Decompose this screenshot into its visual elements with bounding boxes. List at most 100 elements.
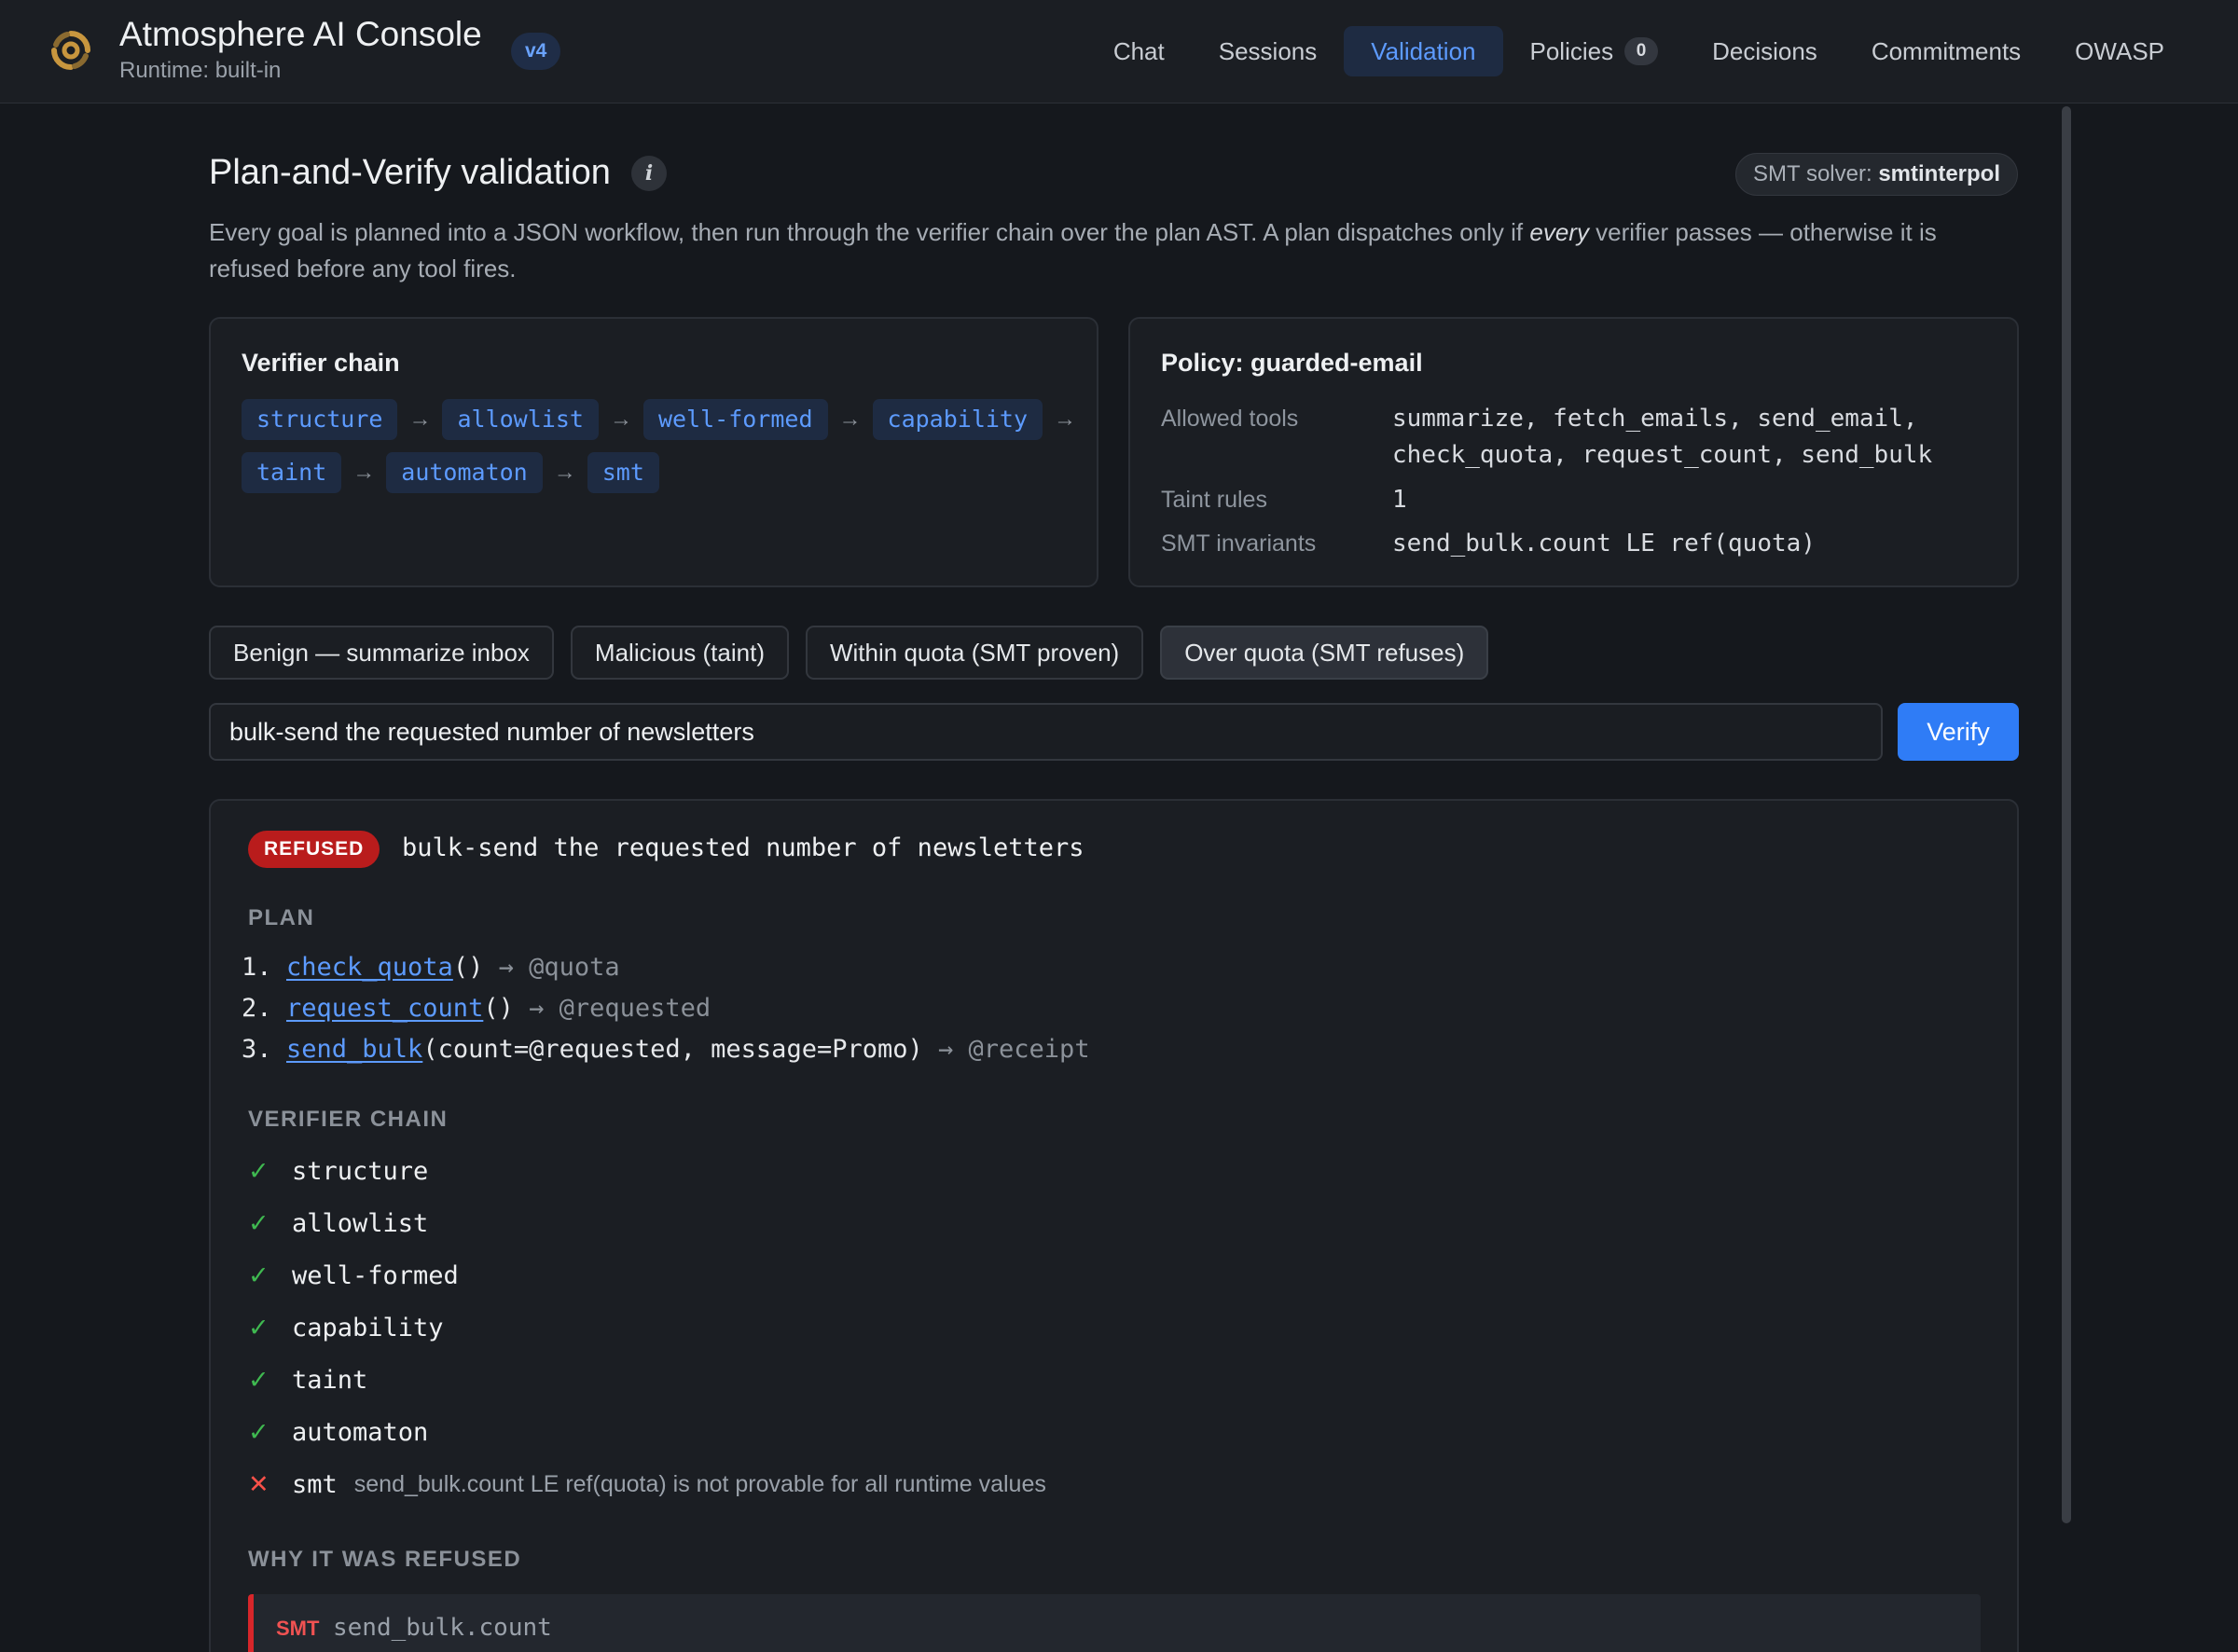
verifier-chain-list: structure → allowlist → well-formed → ca… bbox=[242, 399, 1087, 505]
check-icon: ✓ bbox=[248, 1157, 269, 1185]
plan-step-number: 1. bbox=[242, 953, 272, 982]
preset-benign-button[interactable]: Benign — summarize inbox bbox=[209, 626, 554, 680]
verifier-chain-row: taint → automaton → smt bbox=[242, 452, 1087, 493]
arrow-right-icon: → bbox=[838, 406, 862, 432]
allowed-tools-line: check_quota, request_count, send_bulk bbox=[1392, 441, 1933, 469]
info-icon[interactable]: i bbox=[631, 156, 667, 191]
policy-allowed-tools-row: Allowed tools summarize, fetch_emails, s… bbox=[1161, 401, 1932, 474]
preset-buttons: Benign — summarize inbox Malicious (tain… bbox=[209, 626, 1505, 680]
top-bar: Atmosphere AI Console Runtime: built-in … bbox=[0, 0, 2238, 103]
plan-step-tool-link[interactable]: check_quota bbox=[286, 953, 453, 982]
check-icon: ✓ bbox=[248, 1314, 269, 1342]
verifier-name: smt bbox=[292, 1470, 338, 1499]
nav-sessions[interactable]: Sessions bbox=[1192, 26, 1345, 76]
nav-chat-label: Chat bbox=[1112, 36, 1165, 65]
main-nav: Chat Sessions Validation Policies 0 Decis… bbox=[1086, 26, 2191, 76]
verifier-chip-capability: capability bbox=[872, 399, 1043, 440]
policy-smt-invariants-row: SMT invariants send_bulk.count LE ref(qu… bbox=[1161, 526, 1816, 562]
policy-title: Policy: guarded-email bbox=[1161, 349, 1423, 377]
plan-section-label: PLAN bbox=[248, 905, 315, 930]
plan-step: 1. check_quota() → @quota bbox=[242, 953, 620, 982]
verifier-chain-section-label: VERIFIER CHAIN bbox=[248, 1107, 449, 1132]
goal-input[interactable]: bulk-send the requested number of newsle… bbox=[209, 703, 1883, 761]
policies-count-badge: 0 bbox=[1624, 37, 1659, 65]
nav-commitments-label: Commitments bbox=[1871, 36, 2022, 65]
nav-owasp[interactable]: OWASP bbox=[2048, 26, 2191, 76]
verifier-result-row: ✓ well-formed bbox=[248, 1261, 459, 1290]
plan-step: 3. send_bulk(count=@requested, message=Pr… bbox=[242, 1035, 1090, 1064]
version-badge: v4 bbox=[511, 33, 561, 70]
verifier-result-row: ✓ capability bbox=[248, 1314, 444, 1342]
plan-step: 2. request_count() → @requested bbox=[242, 994, 711, 1023]
verifier-chain-card: Verifier chain structure → allowlist → w… bbox=[209, 317, 1098, 587]
refusal-reason-block: SMT send_bulk.count bbox=[248, 1594, 1981, 1652]
atmosphere-logo-icon bbox=[51, 31, 90, 70]
check-icon: ✓ bbox=[248, 1209, 269, 1237]
check-icon: ✓ bbox=[248, 1366, 269, 1394]
nav-policies-label: Policies bbox=[1529, 36, 1614, 65]
app-title: Atmosphere AI Console bbox=[119, 15, 482, 53]
nav-validation[interactable]: Validation bbox=[1344, 26, 1503, 76]
allowed-tools-line: summarize, fetch_emails, send_email, bbox=[1392, 405, 1918, 433]
preset-malicious-button[interactable]: Malicious (taint) bbox=[570, 626, 789, 680]
verifier-failure-detail: send_bulk.count LE ref(quota) is not pro… bbox=[353, 1471, 1046, 1497]
verifier-name: capability bbox=[292, 1314, 444, 1342]
plan-step-tool-link[interactable]: send_bulk bbox=[286, 1035, 422, 1064]
verifier-chip-smt: smt bbox=[587, 452, 659, 493]
cross-icon: ✕ bbox=[248, 1470, 269, 1498]
description-part-1: Every goal is planned into a JSON workfl… bbox=[209, 218, 1530, 246]
verifier-name: allowlist bbox=[292, 1209, 429, 1238]
plan-step-number: 3. bbox=[242, 1035, 272, 1064]
description-emphasis: every bbox=[1529, 218, 1589, 246]
plan-step-return: → @requested bbox=[529, 994, 711, 1023]
plan-step-return: → @receipt bbox=[938, 1035, 1090, 1064]
check-icon: ✓ bbox=[248, 1261, 269, 1289]
result-card: REFUSED bulk-send the requested number o… bbox=[209, 799, 2019, 1652]
nav-policies[interactable]: Policies 0 bbox=[1503, 26, 1686, 76]
scrollbar-thumb[interactable] bbox=[2062, 106, 2071, 1523]
policy-taint-rules-row: Taint rules 1 bbox=[1161, 482, 1407, 518]
nav-owasp-label: OWASP bbox=[2075, 36, 2164, 65]
plan-step-args: () bbox=[452, 953, 484, 982]
arrow-right-icon: → bbox=[352, 460, 376, 485]
verify-button[interactable]: Verify bbox=[1898, 703, 2019, 761]
plan-step-return: → @quota bbox=[498, 953, 620, 982]
nav-decisions[interactable]: Decisions bbox=[1685, 26, 1844, 76]
verifier-result-row: ✓ allowlist bbox=[248, 1209, 428, 1238]
why-refused-section-label: WHY IT WAS REFUSED bbox=[248, 1547, 522, 1572]
verifier-result-row: ✕ smt send_bulk.count LE ref(quota) is n… bbox=[248, 1470, 1046, 1499]
page-title: Plan-and-Verify validation bbox=[209, 153, 611, 192]
verifier-chip-taint: taint bbox=[242, 452, 342, 493]
allowed-tools-value: summarize, fetch_emails, send_email, che… bbox=[1392, 401, 1932, 474]
preset-over-quota-button[interactable]: Over quota (SMT refuses) bbox=[1160, 626, 1489, 680]
arrow-right-icon: → bbox=[1054, 406, 1077, 432]
policy-card: Policy: guarded-email Allowed tools summ… bbox=[1128, 317, 2019, 587]
verifier-chip-allowlist: allowlist bbox=[442, 399, 599, 440]
preset-within-quota-button[interactable]: Within quota (SMT proven) bbox=[805, 626, 1144, 680]
smt-solver-value: smtinterpol bbox=[1878, 161, 2000, 186]
nav-sessions-label: Sessions bbox=[1218, 36, 1318, 65]
refusal-reason-text: send_bulk.count bbox=[333, 1614, 552, 1642]
result-goal: bulk-send the requested number of newsle… bbox=[402, 833, 1084, 862]
taint-rules-label: Taint rules bbox=[1161, 487, 1267, 513]
nav-commitments[interactable]: Commitments bbox=[1844, 26, 2048, 76]
verifier-result-row: ✓ taint bbox=[248, 1366, 367, 1395]
verifier-result-row: ✓ structure bbox=[248, 1157, 428, 1186]
plan-step-args: () bbox=[483, 994, 514, 1023]
plan-step-number: 2. bbox=[242, 994, 272, 1023]
verifier-result-row: ✓ automaton bbox=[248, 1418, 428, 1447]
verifier-name: taint bbox=[292, 1366, 368, 1395]
verifier-chip-structure: structure bbox=[242, 399, 398, 440]
smt-invariants-value: send_bulk.count LE ref(quota) bbox=[1392, 530, 1816, 558]
arrow-right-icon: → bbox=[553, 460, 576, 485]
page-description: Every goal is planned into a JSON workfl… bbox=[209, 214, 2018, 287]
refusal-reason-tag: SMT bbox=[276, 1617, 320, 1640]
verifier-name: well-formed bbox=[292, 1261, 459, 1290]
nav-chat[interactable]: Chat bbox=[1086, 26, 1192, 76]
plan-step-args: (count=@requested, message=Promo) bbox=[422, 1035, 923, 1064]
taint-rules-value: 1 bbox=[1392, 486, 1407, 514]
runtime-label: Runtime: built-in bbox=[119, 58, 282, 83]
smt-solver-label: SMT solver: bbox=[1753, 161, 1872, 186]
nav-decisions-label: Decisions bbox=[1712, 36, 1817, 65]
plan-step-tool-link[interactable]: request_count bbox=[286, 994, 483, 1023]
